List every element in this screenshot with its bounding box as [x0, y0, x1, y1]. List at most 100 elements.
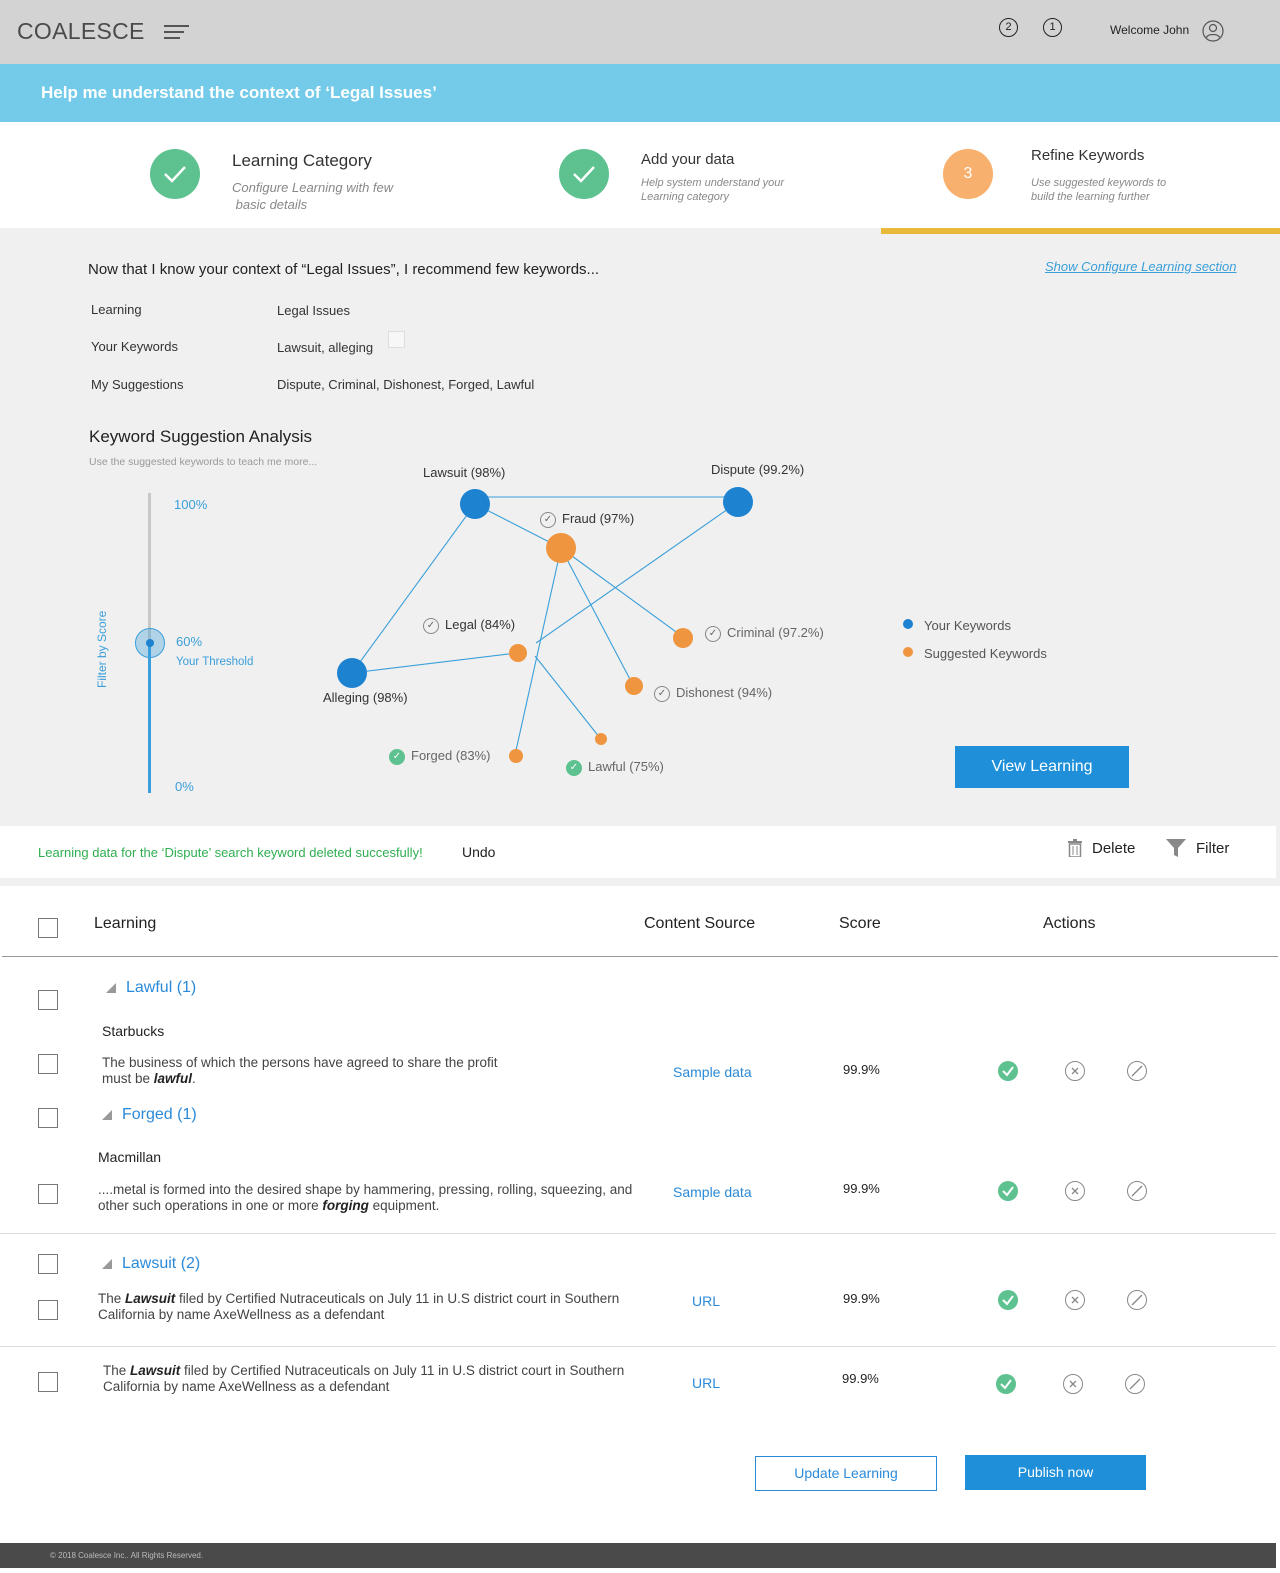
step-3-number: 3: [943, 149, 993, 199]
accept-check-icon[interactable]: [996, 1374, 1016, 1394]
notification-badge-icon[interactable]: 2: [999, 18, 1018, 37]
user-avatar-icon[interactable]: [1202, 20, 1224, 42]
select-all-checkbox[interactable]: [38, 918, 58, 938]
step-1-title: Learning Category: [232, 151, 372, 170]
reject-x-icon[interactable]: [1065, 1290, 1085, 1310]
footer-copyright: © 2018 Coalesce Inc.. All Rights Reserve…: [50, 1551, 204, 1560]
col-header-learning[interactable]: Learning: [94, 915, 156, 933]
funnel-icon: [1166, 839, 1186, 857]
view-learning-button[interactable]: View Learning: [955, 746, 1129, 788]
group-checkbox-lawsuit[interactable]: [38, 1254, 58, 1274]
unchecked-circle-icon[interactable]: ✓: [654, 685, 670, 702]
learning-value: Legal Issues: [277, 303, 350, 318]
content-source-link[interactable]: Sample data: [673, 1064, 752, 1080]
group-toggle-lawful[interactable]: Lawful (1): [106, 979, 196, 997]
node-label-legal[interactable]: ✓ Legal (84%): [423, 617, 515, 634]
recommendation-intro: Now that I know your context of “Legal I…: [88, 261, 600, 278]
learning-text: ....metal is formed into the desired sha…: [98, 1182, 633, 1213]
undo-button[interactable]: Undo: [462, 844, 495, 860]
keywords-edit-box[interactable]: [388, 331, 405, 348]
content-source-link[interactable]: URL: [692, 1293, 720, 1309]
legend-suggested-keywords: Suggested Keywords: [924, 646, 1047, 661]
group-toggle-forged[interactable]: Forged (1): [102, 1106, 197, 1124]
step-2-title: Add your data: [641, 151, 735, 168]
publish-now-button[interactable]: Publish now: [965, 1455, 1146, 1490]
checked-circle-icon[interactable]: ✓: [389, 748, 405, 765]
trash-icon: [1068, 839, 1082, 857]
table-header-divider: [2, 956, 1278, 957]
score-value: 99.9%: [843, 1181, 880, 1196]
content-source-link[interactable]: URL: [692, 1375, 720, 1391]
slider-min-label: 0%: [175, 779, 194, 794]
accept-check-icon[interactable]: [998, 1061, 1018, 1081]
node-label-lawful[interactable]: ✓ Lawful (75%): [566, 759, 664, 776]
content-source-link[interactable]: Sample data: [673, 1184, 752, 1200]
update-learning-button[interactable]: Update Learning: [755, 1456, 937, 1491]
row-checkbox[interactable]: [38, 1300, 58, 1320]
node-label-criminal[interactable]: ✓ Criminal (97.2%): [705, 625, 824, 642]
col-header-actions: Actions: [1043, 915, 1096, 932]
accept-check-icon[interactable]: [998, 1290, 1018, 1310]
banner-title: Help me understand the context of ‘Legal…: [41, 83, 437, 102]
top-bar: [0, 0, 1280, 64]
filter-by-score-label: Filter by Score: [95, 610, 109, 688]
col-header-score[interactable]: Score: [839, 915, 881, 933]
show-configure-link[interactable]: Show Configure Learning section: [1045, 259, 1237, 274]
unchecked-circle-icon[interactable]: ✓: [423, 617, 439, 634]
group-checkbox-forged[interactable]: [38, 1108, 58, 1128]
welcome-text: Welcome John: [1110, 23, 1190, 37]
step-3-title: Refine Keywords: [1031, 147, 1145, 164]
slider-max-label: 100%: [174, 497, 208, 512]
legend-suggested-keywords-dot: [903, 647, 913, 657]
delete-button[interactable]: Delete: [1068, 839, 1135, 857]
group-toggle-lawsuit[interactable]: Lawsuit (2): [102, 1255, 200, 1273]
slider-track-filled[interactable]: [148, 643, 151, 793]
app-logo[interactable]: COALESCE: [17, 18, 145, 45]
block-icon[interactable]: [1127, 1181, 1147, 1201]
node-label-fraud[interactable]: ✓ Fraud (97%): [540, 511, 634, 528]
node-label-dispute: Dispute (99.2%): [711, 462, 805, 477]
learning-text: The business of which the persons have a…: [102, 1055, 498, 1086]
threshold-slider-handle[interactable]: [135, 628, 165, 658]
node-label-lawsuit: Lawsuit (98%): [423, 465, 506, 480]
source-name: Macmillan: [98, 1149, 162, 1165]
your-keywords-value: Lawsuit, alleging: [277, 340, 374, 355]
message-badge-icon[interactable]: 1: [1043, 18, 1062, 37]
block-icon[interactable]: [1125, 1374, 1145, 1394]
suggestions-value: Dispute, Criminal, Dishonest, Forged, La…: [277, 377, 535, 392]
checked-circle-icon[interactable]: ✓: [566, 759, 582, 776]
block-icon[interactable]: [1127, 1061, 1147, 1081]
filter-button[interactable]: Filter: [1166, 839, 1229, 857]
accept-check-icon[interactable]: [998, 1181, 1018, 1201]
row-divider: [0, 1346, 1276, 1347]
analysis-panel: [0, 228, 1280, 826]
delete-success-message: Learning data for the ‘Dispute’ search k…: [38, 845, 423, 860]
hamburger-menu-icon[interactable]: [164, 25, 189, 41]
unchecked-circle-icon[interactable]: ✓: [705, 625, 721, 642]
collapse-triangle-icon: [102, 1259, 112, 1269]
step-1-desc: Configure Learning with few basic detail…: [232, 180, 394, 212]
node-label-dishonest[interactable]: ✓ Dishonest (94%): [654, 685, 772, 702]
unchecked-circle-icon[interactable]: ✓: [540, 511, 556, 528]
source-name: Starbucks: [102, 1023, 165, 1039]
block-icon[interactable]: [1127, 1290, 1147, 1310]
reject-x-icon[interactable]: [1065, 1181, 1085, 1201]
col-header-source[interactable]: Content Source: [644, 915, 755, 933]
analysis-subtitle: Use the suggested keywords to teach me m…: [89, 456, 318, 468]
legend-your-keywords: Your Keywords: [924, 618, 1011, 633]
group-checkbox-lawful[interactable]: [38, 990, 58, 1010]
step-2-desc: Help system understand your Learning cate…: [641, 177, 785, 204]
row-checkbox[interactable]: [38, 1372, 58, 1392]
learning-label: Learning: [91, 302, 142, 317]
row-checkbox[interactable]: [38, 1184, 58, 1204]
row-checkbox[interactable]: [38, 1054, 58, 1074]
reject-x-icon[interactable]: [1065, 1061, 1085, 1081]
reject-x-icon[interactable]: [1063, 1374, 1083, 1394]
active-step-indicator: [881, 228, 1280, 234]
node-label-forged[interactable]: ✓ Forged (83%): [389, 748, 490, 765]
legend-your-keywords-dot: [903, 619, 913, 629]
learning-text: The Lawsuit filed by Certified Nutraceut…: [103, 1363, 625, 1394]
slider-track-unfilled[interactable]: [148, 493, 151, 643]
row-divider: [0, 1233, 1276, 1234]
step-1-done-icon: [150, 149, 200, 199]
